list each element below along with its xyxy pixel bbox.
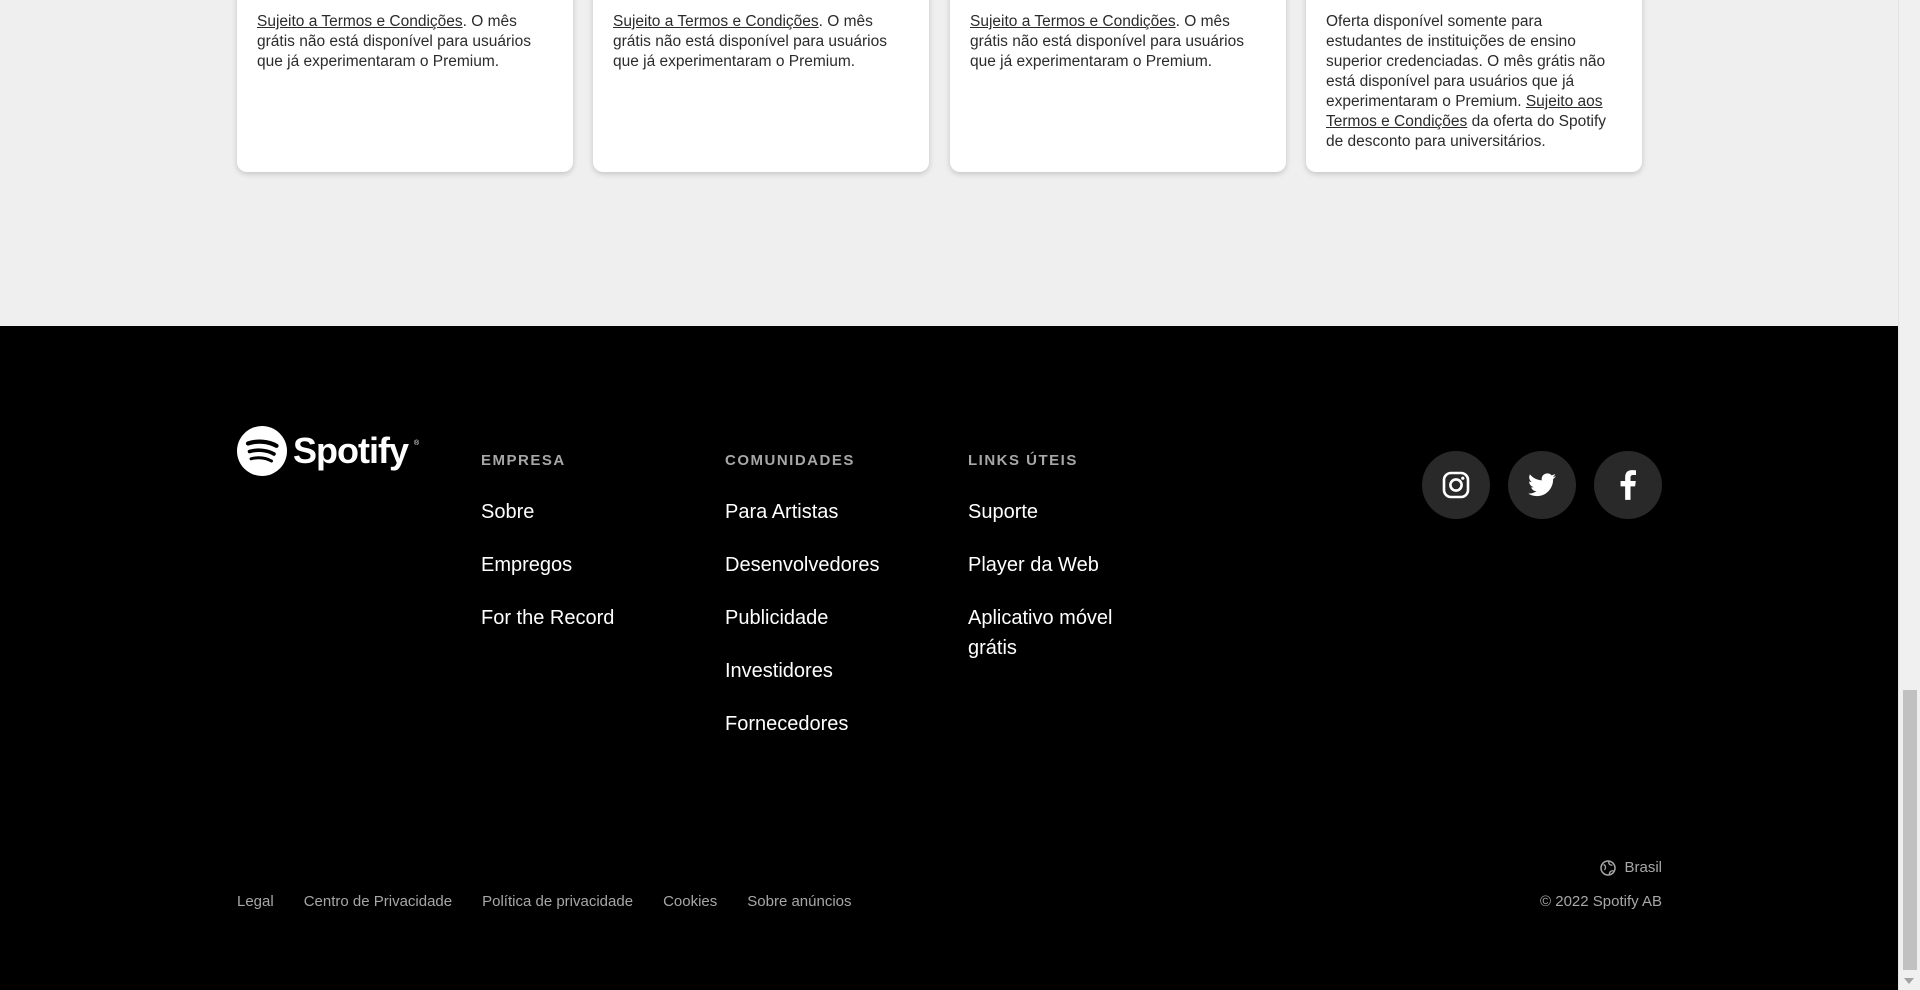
facebook-icon [1620, 470, 1636, 500]
plan-card: Sujeito a Termos e Condições. O mês grát… [237, 0, 573, 172]
footer-link-sobre[interactable]: Sobre [481, 497, 614, 527]
site-footer: Spotify ® EMPRESA Sobre Empregos For the… [0, 326, 1898, 990]
footer-link-publicidade[interactable]: Publicidade [725, 603, 880, 633]
region-label: Brasil [1624, 859, 1662, 876]
plan-card: Sujeito a Termos e Condições. O mês grát… [950, 0, 1286, 172]
social-links [1422, 451, 1662, 519]
footer-link-fornecedores[interactable]: Fornecedores [725, 709, 880, 739]
plan-card: Sujeito a Termos e Condições. O mês grát… [593, 0, 929, 172]
scroll-down-arrow-icon[interactable] [1904, 978, 1914, 984]
footer-column-comunidades: COMUNIDADES Para Artistas Desenvolvedore… [725, 452, 880, 762]
footer-column-empresa: EMPRESA Sobre Empregos For the Record [481, 452, 614, 656]
logo-wordmark: Spotify [293, 430, 409, 471]
column-heading: COMUNIDADES [725, 452, 855, 469]
facebook-button[interactable] [1594, 451, 1662, 519]
terms-link[interactable]: Sujeito a Termos e Condições [613, 13, 819, 30]
footer-link-aplicativo-movel[interactable]: Aplicativo móvel grátis [968, 603, 1148, 663]
copyright: © 2022 Spotify AB [1540, 893, 1662, 910]
terms-link[interactable]: Sujeito a Termos e Condições [970, 13, 1176, 30]
instagram-icon [1442, 471, 1470, 499]
spotify-logo[interactable]: Spotify ® [237, 426, 419, 476]
footer-column-links-uteis: LINKS ÚTEIS Suporte Player da Web Aplica… [968, 452, 1148, 686]
footer-link-suporte[interactable]: Suporte [968, 497, 1148, 527]
plans-section: Sujeito a Termos e Condições. O mês grát… [0, 0, 1898, 326]
privacy-center-link[interactable]: Centro de Privacidade [304, 893, 452, 910]
privacy-policy-link[interactable]: Política de privacidade [482, 893, 633, 910]
region-selector[interactable]: Brasil [1600, 859, 1662, 876]
footer-link-empregos[interactable]: Empregos [481, 550, 614, 580]
scrollbar-thumb[interactable] [1903, 690, 1917, 970]
cookies-link[interactable]: Cookies [663, 893, 717, 910]
column-heading: EMPRESA [481, 452, 566, 469]
globe-icon [1600, 859, 1617, 876]
footer-link-for-the-record[interactable]: For the Record [481, 603, 614, 633]
spotify-logo-icon [237, 426, 287, 476]
column-heading: LINKS ÚTEIS [968, 452, 1078, 469]
logo-registered-mark: ® [414, 440, 420, 447]
legal-links: Legal Centro de Privacidade Política de … [237, 893, 852, 910]
footer-link-desenvolvedores[interactable]: Desenvolvedores [725, 550, 880, 580]
about-ads-link[interactable]: Sobre anúncios [747, 893, 851, 910]
page-scrollbar[interactable] [1898, 0, 1920, 990]
terms-link[interactable]: Sujeito a Termos e Condições [257, 13, 463, 30]
footer-link-investidores[interactable]: Investidores [725, 656, 880, 686]
legal-link[interactable]: Legal [237, 893, 274, 910]
twitter-icon [1528, 473, 1556, 497]
footer-link-player-da-web[interactable]: Player da Web [968, 550, 1148, 580]
plan-card-student: Oferta disponível somente para estudante… [1306, 0, 1642, 172]
twitter-button[interactable] [1508, 451, 1576, 519]
footer-link-para-artistas[interactable]: Para Artistas [725, 497, 880, 527]
instagram-button[interactable] [1422, 451, 1490, 519]
